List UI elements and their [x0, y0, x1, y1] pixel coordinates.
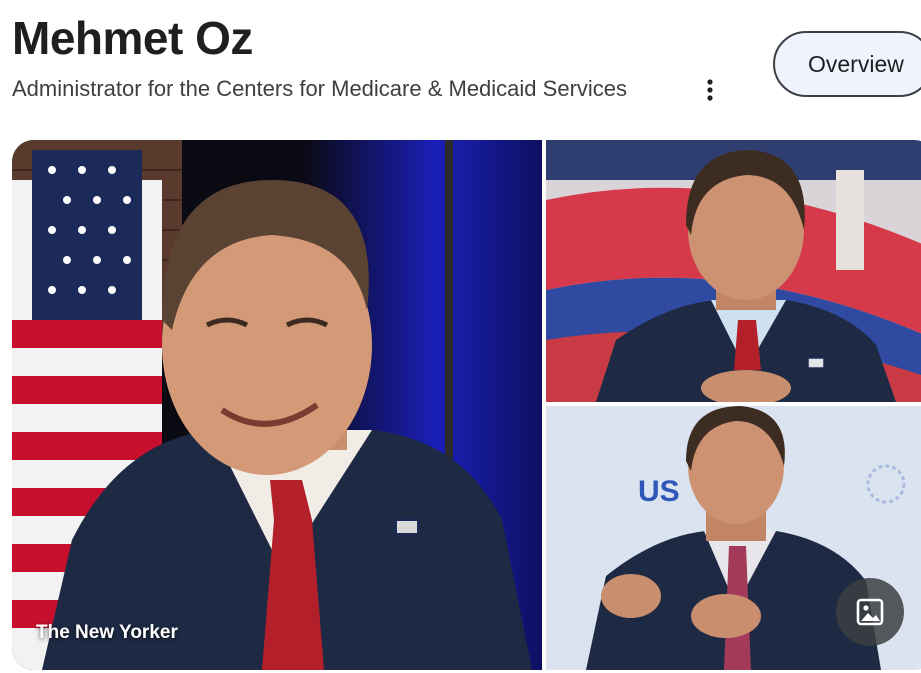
image-search-button[interactable] — [836, 578, 904, 646]
page-title: Mehmet Oz — [12, 12, 253, 64]
secondary-image-top[interactable] — [546, 140, 921, 402]
portrait-photo — [12, 140, 542, 670]
image-gallery: The New Yorker US — [12, 140, 921, 670]
overview-tab[interactable]: Overview — [773, 31, 921, 97]
entity-subtitle: Administrator for the Centers for Medica… — [12, 76, 628, 101]
main-image[interactable]: The New Yorker — [12, 140, 542, 670]
more-options-button[interactable] — [698, 76, 722, 104]
image-icon — [856, 598, 884, 626]
image-source-caption: The New Yorker — [36, 622, 178, 643]
overview-tab-label: Overview — [808, 50, 904, 77]
backdrop-logo-text: US — [638, 475, 680, 508]
speaking-photo — [546, 140, 921, 402]
more-vert-icon — [707, 79, 713, 101]
